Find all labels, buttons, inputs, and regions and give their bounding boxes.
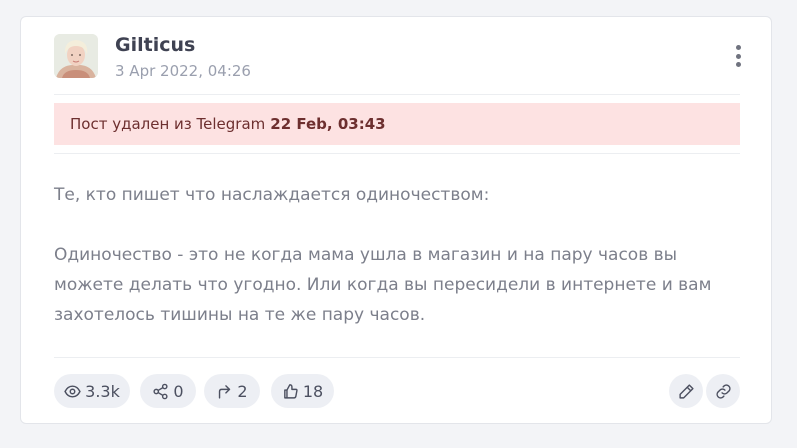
deleted-notice: Пост удален из Telegram 22 Feb, 03:43 [54,103,740,145]
copy-link-button[interactable] [706,374,740,408]
eye-icon [64,384,81,398]
divider [54,94,740,95]
forward-arrow-icon [219,384,231,399]
shares-count: 0 [173,381,184,401]
edit-button[interactable] [669,374,703,408]
deleted-notice-text: Пост удален из Telegram [70,115,266,133]
link-icon [715,383,731,399]
forwards-count: 2 [237,381,248,401]
post-paragraph: Те, кто пишет что наслаждается одиночест… [54,185,490,205]
post-card: Gilticus 3 Apr 2022, 04:26 Пост удален и… [20,16,772,424]
divider [54,357,740,358]
views-count: 3.3k [85,381,120,401]
post-date: 3 Apr 2022, 04:26 [115,62,251,80]
views-button[interactable]: 3.3k [54,374,130,408]
avatar-photo [54,34,98,78]
thumbs-up-icon [283,383,298,399]
divider [54,153,740,154]
deleted-notice-date: 22 Feb, 03:43 [270,115,386,133]
post-paragraph: Одиночество - это не когда мама ушла в м… [54,245,712,325]
pencil-icon [678,383,694,399]
share-icon [153,383,168,399]
post-text: Те, кто пишет что наслаждается одиночест… [54,180,734,330]
likes-button[interactable]: 18 [271,374,334,408]
shares-button[interactable]: 0 [140,374,196,408]
likes-count: 18 [302,381,324,401]
forwards-button[interactable]: 2 [204,374,260,408]
more-vertical-icon[interactable] [726,42,750,70]
avatar[interactable] [54,34,98,78]
author-name[interactable]: Gilticus [115,34,195,56]
